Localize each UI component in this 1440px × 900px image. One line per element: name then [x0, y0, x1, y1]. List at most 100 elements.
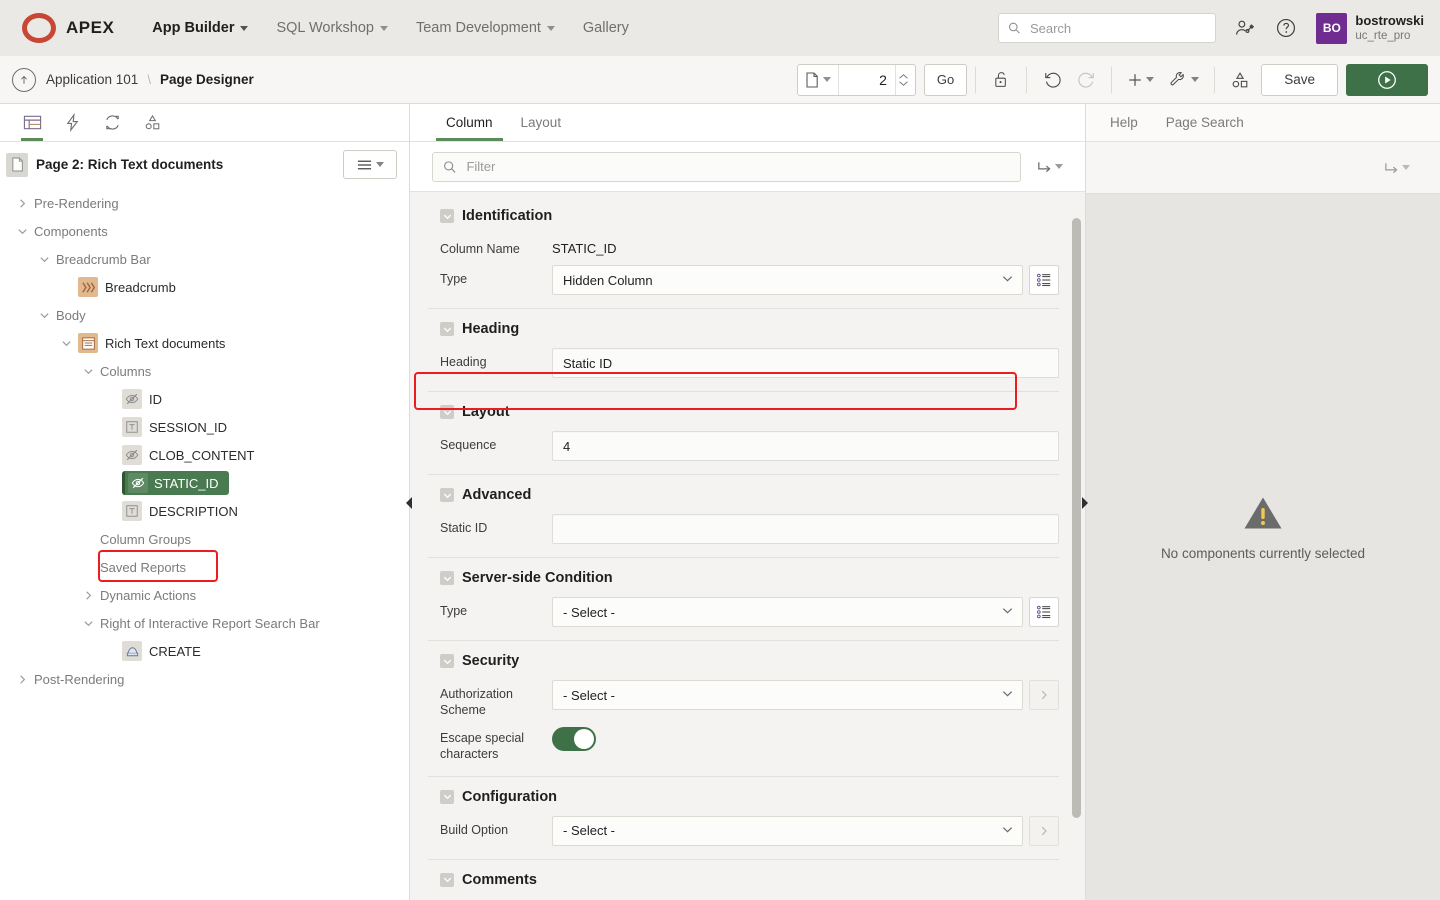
global-search[interactable]: [998, 13, 1216, 43]
property-input-heading[interactable]: Static ID: [552, 348, 1059, 378]
tree-node-id[interactable]: ID: [0, 385, 409, 413]
go-button[interactable]: Go: [924, 64, 967, 96]
tree-twisty-collapsed[interactable]: [10, 198, 34, 209]
tree-node-dynamic-actions[interactable]: Dynamic Actions: [0, 581, 409, 609]
tree-node-static-id[interactable]: STATIC_ID: [0, 469, 409, 497]
collapse-left-panel-handle[interactable]: [402, 492, 416, 514]
tree-node-session-id[interactable]: SESSION_ID: [0, 413, 409, 441]
property-filter-input[interactable]: [464, 158, 1010, 175]
tab-layout[interactable]: Layout: [511, 104, 572, 141]
tree-twisty-expanded[interactable]: [54, 338, 78, 349]
tree-node-rich-text-documents[interactable]: Rich Text documents: [0, 329, 409, 357]
property-group-header[interactable]: Server-side Condition: [428, 558, 1059, 594]
property-group-header[interactable]: Security: [428, 641, 1059, 677]
user-menu[interactable]: BO bostrowski uc_rte_pro: [1316, 13, 1424, 44]
list-of-values-button[interactable]: [1029, 597, 1059, 627]
tree-options-menu-button[interactable]: [343, 150, 397, 179]
group-collapse-toggle[interactable]: [440, 654, 454, 668]
page-type-dropdown[interactable]: [798, 65, 839, 95]
page-shared-components-button[interactable]: [1223, 64, 1257, 96]
nav-item-sql-workshop[interactable]: SQL Workshop: [264, 13, 400, 43]
tab-dynamic-actions[interactable]: [52, 104, 92, 141]
collapse-right-panel-handle[interactable]: [1078, 492, 1092, 514]
open-detail-button[interactable]: [1029, 816, 1059, 846]
tree-node-columns[interactable]: Columns: [0, 357, 409, 385]
tree-node-column-groups[interactable]: Column Groups: [0, 525, 409, 553]
list-of-values-button[interactable]: [1029, 265, 1059, 295]
property-input-sequence[interactable]: 4: [552, 431, 1059, 461]
account-settings-button[interactable]: [1230, 14, 1258, 42]
redo-button[interactable]: [1069, 64, 1103, 96]
page-number-stepper[interactable]: [895, 65, 915, 95]
group-collapse-toggle[interactable]: [440, 790, 454, 804]
property-select-build-option[interactable]: - Select -: [552, 816, 1023, 846]
save-button[interactable]: Save: [1261, 64, 1338, 96]
tree-twisty-collapsed[interactable]: [10, 674, 34, 685]
tab-page-search[interactable]: Page Search: [1156, 104, 1254, 141]
property-panel-scrollbar[interactable]: [1072, 200, 1081, 860]
tree-node-saved-reports[interactable]: Saved Reports: [0, 553, 409, 581]
group-collapse-toggle[interactable]: [440, 571, 454, 585]
property-group-header[interactable]: Configuration: [428, 777, 1059, 813]
tab-rendering[interactable]: [12, 104, 52, 141]
tree-twisty-expanded[interactable]: [32, 254, 56, 265]
tree-node-body[interactable]: Body: [0, 301, 409, 329]
tree-node-components[interactable]: Components: [0, 217, 409, 245]
scrollbar-thumb[interactable]: [1072, 218, 1081, 818]
utilities-button[interactable]: [1161, 64, 1206, 96]
property-toggle-escape-special-characters[interactable]: [552, 727, 596, 751]
group-collapse-toggle[interactable]: [440, 405, 454, 419]
tab-column[interactable]: Column: [436, 104, 503, 141]
tree-node-create[interactable]: CREATE: [0, 637, 409, 665]
run-page-button[interactable]: [1346, 64, 1428, 96]
shapes-icon: [1230, 70, 1250, 90]
breadcrumb-application[interactable]: Application 101: [46, 72, 138, 87]
tree-node-selected[interactable]: STATIC_ID: [122, 471, 229, 495]
global-search-input[interactable]: [1028, 20, 1206, 37]
help-button[interactable]: [1272, 14, 1300, 42]
property-select-type[interactable]: Hidden Column: [552, 265, 1023, 295]
property-group-header[interactable]: Comments: [428, 860, 1059, 896]
group-collapse-toggle[interactable]: [440, 488, 454, 502]
lock-page-button[interactable]: [984, 64, 1018, 96]
goto-group-button[interactable]: [1027, 152, 1071, 182]
nav-item-app-builder[interactable]: App Builder: [140, 13, 260, 43]
tree-node-pre-rendering[interactable]: Pre-Rendering: [0, 189, 409, 217]
tree-twisty-collapsed[interactable]: [76, 590, 100, 601]
undo-button[interactable]: [1035, 64, 1069, 96]
page-number-input[interactable]: [839, 71, 895, 89]
property-group-header[interactable]: Heading: [428, 309, 1059, 345]
tree-node-breadcrumb[interactable]: Breadcrumb: [0, 273, 409, 301]
tab-page-shared-components[interactable]: [132, 104, 172, 141]
right-goto-button[interactable]: [1374, 153, 1418, 183]
property-select-authorization-scheme[interactable]: - Select -: [552, 680, 1023, 710]
tab-processing[interactable]: [92, 104, 132, 141]
tree-twisty-expanded[interactable]: [32, 310, 56, 321]
create-button[interactable]: [1120, 64, 1161, 96]
tree-node-post-rendering[interactable]: Post-Rendering: [0, 665, 409, 693]
navigate-up-button[interactable]: [12, 68, 36, 92]
property-group-header[interactable]: Layout: [428, 392, 1059, 428]
tree-node-description[interactable]: DESCRIPTION: [0, 497, 409, 525]
property-select-type[interactable]: - Select -: [552, 597, 1023, 627]
tab-help[interactable]: Help: [1100, 104, 1148, 141]
tree-twisty-expanded[interactable]: [10, 226, 34, 237]
nav-item-team-development[interactable]: Team Development: [404, 13, 567, 43]
tree-node-right-of-interactive-report-search-bar[interactable]: Right of Interactive Report Search Bar: [0, 609, 409, 637]
group-collapse-toggle[interactable]: [440, 322, 454, 336]
question-circle-icon: [1275, 17, 1297, 39]
open-detail-button[interactable]: [1029, 680, 1059, 710]
tree-node-breadcrumb-bar[interactable]: Breadcrumb Bar: [0, 245, 409, 273]
nav-item-gallery[interactable]: Gallery: [571, 13, 641, 43]
group-collapse-toggle[interactable]: [440, 209, 454, 223]
property-input-static-id[interactable]: [552, 514, 1059, 544]
property-group-header[interactable]: Identification: [428, 196, 1059, 232]
apex-logo[interactable]: APEX: [22, 13, 114, 43]
property-group-header[interactable]: Advanced: [428, 475, 1059, 511]
tree-twisty-expanded[interactable]: [76, 618, 100, 629]
redo-icon: [1077, 70, 1096, 89]
tree-twisty-expanded[interactable]: [76, 366, 100, 377]
tree-node-clob-content[interactable]: CLOB_CONTENT: [0, 441, 409, 469]
property-filter[interactable]: [432, 152, 1021, 182]
group-collapse-toggle[interactable]: [440, 873, 454, 887]
